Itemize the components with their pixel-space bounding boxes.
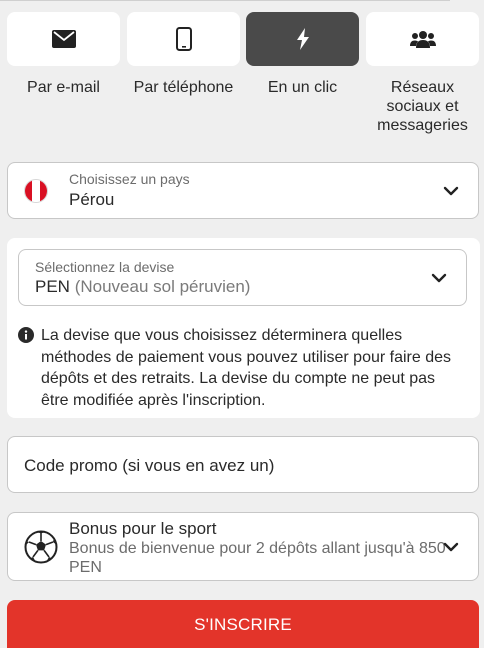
users-icon [409,31,436,48]
soccer-ball-icon [24,530,58,564]
registration-method-tabs: Par e-mail Par téléphone En un clic Rése… [7,12,480,134]
tab-phone[interactable]: Par téléphone [127,12,240,134]
tab-one-click-tile[interactable] [246,12,359,66]
tab-one-click-label: En un clic [267,79,338,96]
tab-email[interactable]: Par e-mail [7,12,120,134]
currency-label: Sélectionnez la devise [35,259,175,275]
promo-code-placeholder: Code promo (si vous en avez un) [24,456,275,475]
chevron-down-icon [431,273,447,283]
tab-one-click[interactable]: En un clic [246,12,359,134]
top-divider [0,0,450,1]
currency-section: Sélectionnez la devise PEN (Nouveau sol … [7,238,480,418]
currency-name: (Nouveau sol péruvien) [74,277,251,296]
tab-social[interactable]: Réseaux sociaux et messageries [366,12,479,134]
tab-email-tile[interactable] [7,12,120,66]
country-select[interactable]: Choisissez un pays Pérou [7,162,479,219]
chevron-down-icon [443,186,459,196]
lightning-icon [296,28,309,50]
bonus-select[interactable]: Bonus pour le sport Bonus de bienvenue p… [7,512,479,581]
tab-email-label: Par e-mail [27,79,100,96]
currency-select[interactable]: Sélectionnez la devise PEN (Nouveau sol … [18,249,467,306]
currency-info-text: La devise que vous choisissez déterminer… [41,327,452,409]
phone-icon [175,27,192,51]
info-icon [18,327,34,343]
promo-code-input[interactable]: Code promo (si vous en avez un) [7,436,479,493]
bonus-description: Bonus de bienvenue pour 2 dépôts allant … [69,540,446,576]
register-button[interactable]: S'INSCRIRE [7,600,479,648]
chevron-down-icon [443,542,459,552]
tab-phone-tile[interactable] [127,12,240,66]
country-value: Pérou [69,190,115,209]
tab-social-label: Réseaux sociaux et messageries [377,79,468,134]
currency-code: PEN [35,277,70,296]
tab-phone-label: Par téléphone [133,79,234,96]
country-label: Choisissez un pays [69,171,190,187]
peru-flag-icon [24,179,48,203]
tab-social-tile[interactable] [366,12,479,66]
bonus-title: Bonus pour le sport [69,519,217,538]
envelope-icon [51,30,76,48]
currency-value: PEN (Nouveau sol péruvien) [35,277,250,297]
